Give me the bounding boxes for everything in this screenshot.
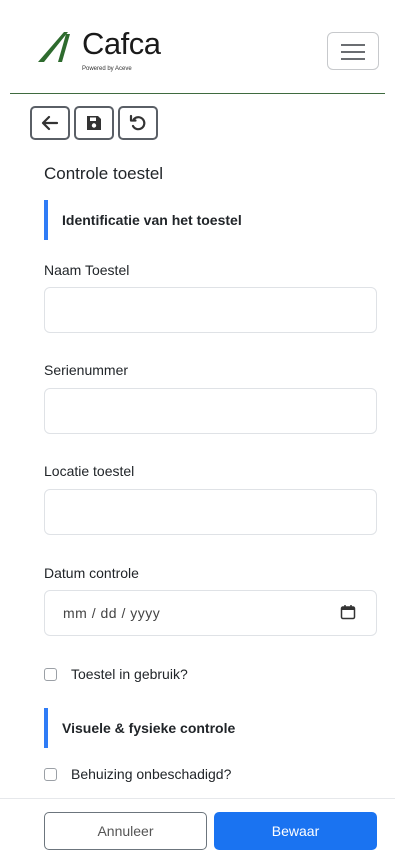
datum-controle-input[interactable]: mm / dd / yyyy [44, 590, 377, 636]
page-title: Controle toestel [44, 164, 164, 183]
cancel-button[interactable]: Annuleer [44, 812, 207, 850]
naam-toestel-label: Naam Toestel [44, 262, 130, 278]
brand-logo[interactable]: Cafca Powered by Aceve [36, 26, 186, 78]
section-header-visuele-controle: Visuele & fysieke controle [44, 708, 235, 748]
checkbox-label: Behuizing onbeschadigd? [71, 766, 232, 782]
serienummer-input[interactable] [44, 388, 377, 434]
toestel-in-gebruik-row[interactable]: Toestel in gebruik? [44, 666, 188, 682]
naam-toestel-input[interactable] [44, 287, 377, 333]
floppy-disk-icon [87, 116, 101, 130]
logo-mark-icon [38, 32, 70, 62]
menu-toggle-button[interactable] [327, 32, 379, 70]
locatie-toestel-input[interactable] [44, 489, 377, 535]
serienummer-label: Serienummer [44, 362, 129, 378]
locatie-toestel-label: Locatie toestel [44, 463, 135, 479]
reset-button[interactable] [118, 106, 158, 140]
checkbox-label: Toestel in gebruik? [71, 666, 188, 682]
undo-icon [129, 114, 146, 131]
toolbar [30, 106, 158, 140]
section-title: Identificatie van het toestel [62, 212, 242, 228]
brand-tagline: Powered by Aceve [82, 66, 132, 72]
save-button[interactable]: Bewaar [214, 812, 377, 850]
footer-bar: Annuleer Bewaar [0, 798, 395, 854]
date-placeholder: mm / dd / yyyy [63, 605, 161, 621]
navbar: Cafca Powered by Aceve [10, 14, 385, 94]
hamburger-icon [341, 44, 365, 46]
section-header-identificatie: Identificatie van het toestel [44, 200, 242, 240]
save-icon-button[interactable] [74, 106, 114, 140]
section-title: Visuele & fysieke controle [62, 720, 236, 736]
calendar-icon[interactable] [340, 604, 356, 620]
behuizing-checkbox[interactable] [44, 767, 57, 781]
behuizing-row[interactable]: Behuizing onbeschadigd? [44, 766, 231, 782]
arrow-left-icon [41, 115, 59, 131]
back-button[interactable] [30, 106, 70, 140]
toestel-in-gebruik-checkbox[interactable] [44, 667, 57, 681]
brand-name: Cafca [82, 26, 161, 61]
hamburger-icon [341, 51, 365, 53]
datum-controle-label: Datum controle [44, 565, 139, 581]
hamburger-icon [341, 58, 365, 60]
